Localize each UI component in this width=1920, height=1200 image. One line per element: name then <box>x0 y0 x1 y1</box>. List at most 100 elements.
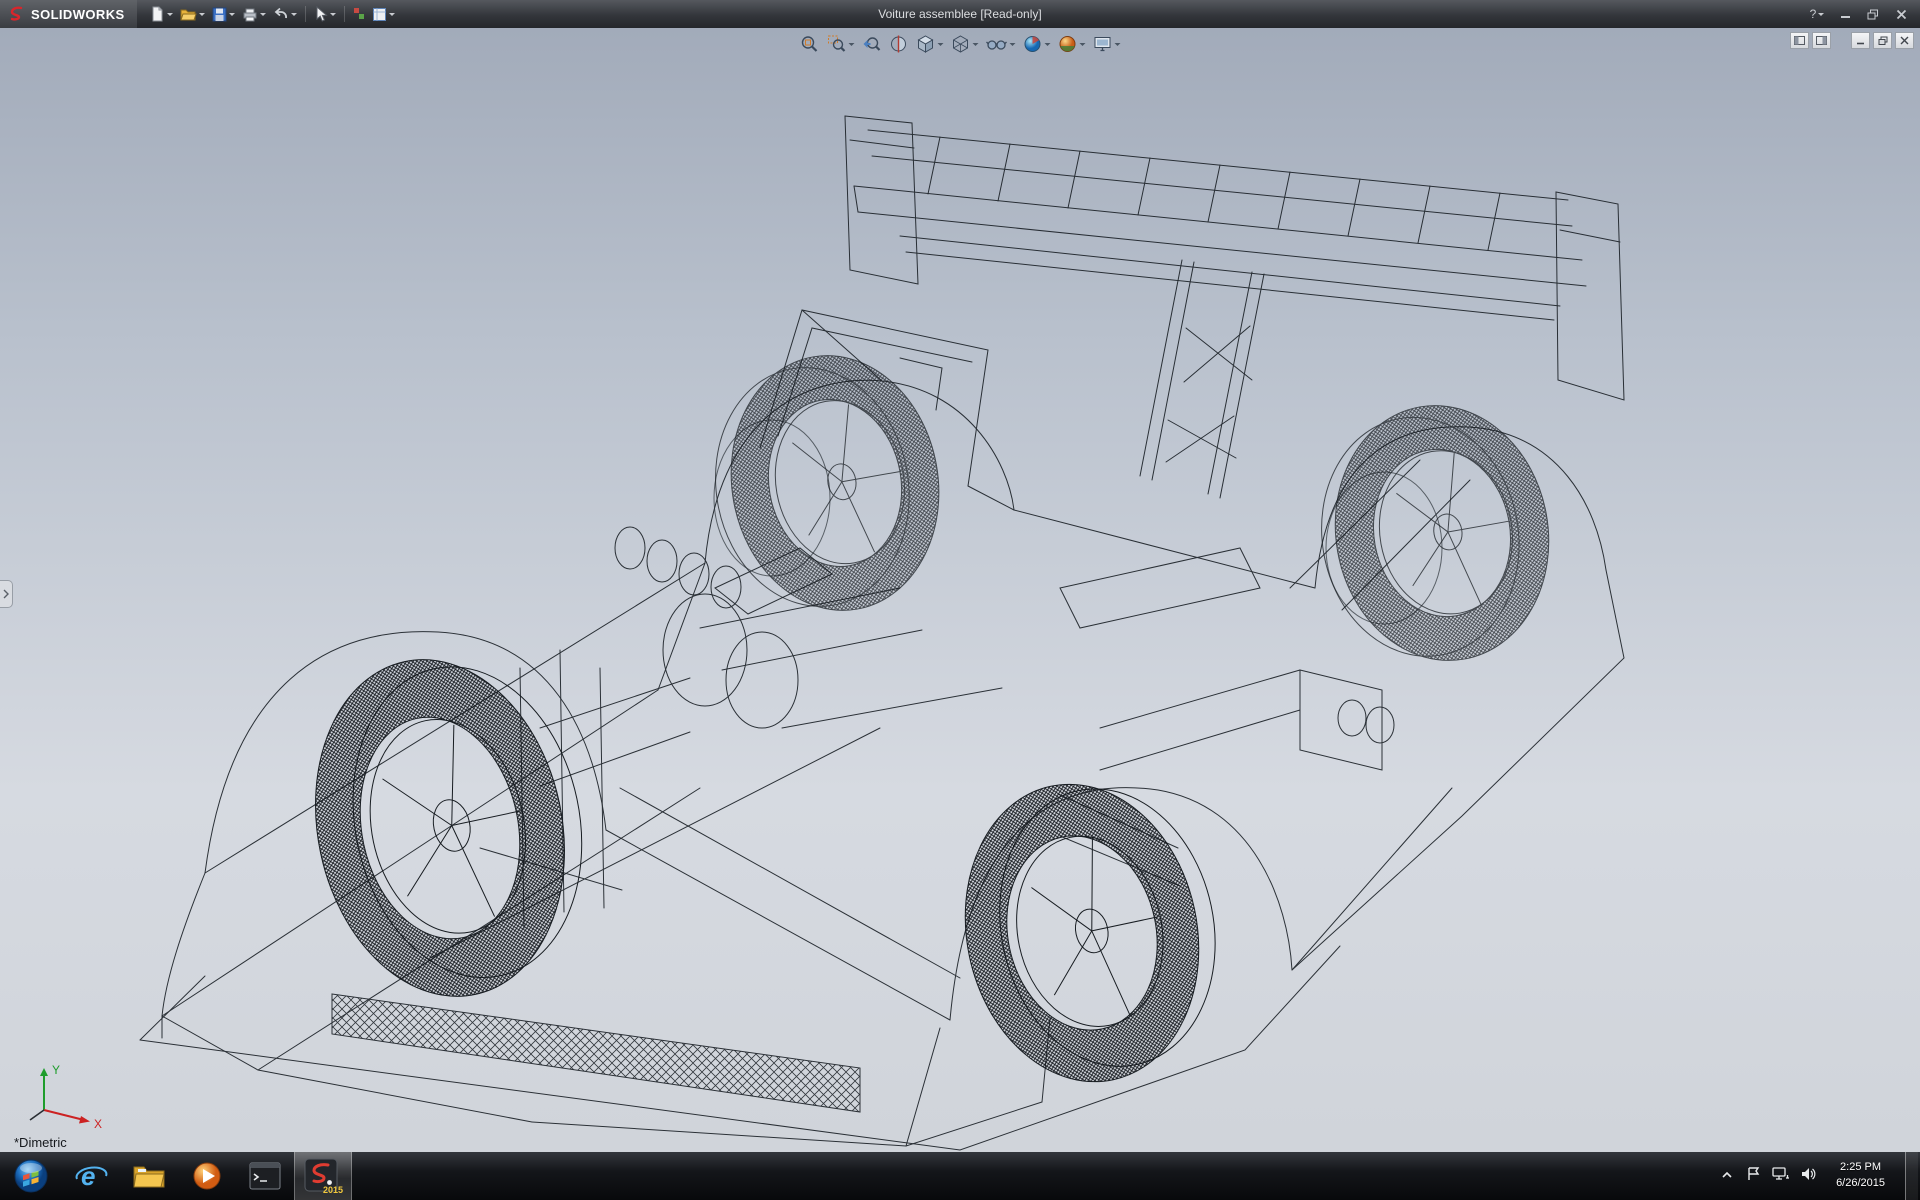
dropdown-caret <box>937 42 944 46</box>
action-center-icon <box>1748 1166 1760 1180</box>
taskbar-clock[interactable]: 2:25 PM 6/26/2015 <box>1826 1160 1895 1192</box>
taskbar-command-prompt[interactable] <box>236 1152 294 1200</box>
display-style-button[interactable] <box>949 33 981 55</box>
network-icon <box>1772 1166 1790 1180</box>
hide-show-items-button[interactable] <box>984 33 1018 55</box>
help-icon: ? <box>1809 7 1817 21</box>
undo-icon <box>274 7 287 19</box>
start-button[interactable] <box>0 1152 62 1200</box>
wheel-front-right <box>715 355 940 611</box>
dropdown-caret <box>1009 42 1016 46</box>
app-name: SOLIDWORKS <box>31 6 125 22</box>
wheel-rear-left <box>964 783 1216 1083</box>
taskbar-internet-explorer[interactable]: e <box>62 1152 120 1200</box>
dropdown-caret <box>388 12 395 16</box>
taskbar-windows-explorer[interactable] <box>120 1152 178 1200</box>
feature-pane-right-button[interactable] <box>1812 32 1831 49</box>
graphics-viewport[interactable]: Y X *Dimetric <box>0 28 1920 1152</box>
view-orientation-icon <box>917 35 934 53</box>
dropdown-caret <box>972 42 979 46</box>
zoom-to-fit-button[interactable] <box>798 33 822 55</box>
undo-button[interactable] <box>270 3 300 25</box>
reference-triad: Y X <box>29 1063 102 1131</box>
open-button[interactable] <box>177 3 208 25</box>
sheet-format-button[interactable] <box>369 3 398 25</box>
dropdown-caret <box>290 12 297 16</box>
wheel-rear-right <box>1321 405 1550 661</box>
dropdown-caret <box>1044 42 1051 46</box>
triad-y-label: Y <box>52 1063 60 1077</box>
sheet-format-icon <box>372 7 386 21</box>
view-orientation-label: *Dimetric <box>14 1135 67 1150</box>
save-button[interactable] <box>209 3 238 25</box>
previous-view-button[interactable] <box>860 33 884 55</box>
system-tray: 2:25 PM 6/26/2015 <box>1718 1152 1920 1200</box>
save-icon <box>212 7 227 21</box>
feature-pane-left-button[interactable] <box>1790 32 1809 49</box>
dropdown-caret <box>1114 42 1121 46</box>
restore-icon <box>1867 9 1878 19</box>
zoom-to-area-button[interactable] <box>825 33 857 55</box>
minimize-document-icon <box>1857 42 1864 44</box>
dropdown-caret <box>848 42 855 46</box>
clock-time: 2:25 PM <box>1840 1161 1882 1174</box>
new-document-icon <box>152 6 163 22</box>
macro-icon <box>353 8 364 19</box>
view-orientation-button[interactable] <box>914 33 946 55</box>
tray-action-center[interactable] <box>1746 1166 1762 1187</box>
wheel-front-left <box>315 659 583 997</box>
view-settings-icon <box>1094 37 1111 52</box>
display-style-icon <box>953 35 968 53</box>
screen: SOLIDWORKS Voiture assemblee [Read-only]… <box>0 0 1920 1200</box>
doc-controls-gap <box>1834 32 1848 49</box>
select-arrow-icon <box>316 6 328 22</box>
dropdown-caret <box>166 12 173 16</box>
dropdown-caret <box>1818 12 1825 16</box>
select-button[interactable] <box>311 3 339 25</box>
wireframe-car-model <box>139 115 1625 1151</box>
show-hidden-icons-button[interactable] <box>1718 1171 1736 1182</box>
help-button[interactable]: ? <box>1806 4 1828 24</box>
minimize-document-button[interactable] <box>1851 32 1870 49</box>
view-settings-button[interactable] <box>1091 33 1123 55</box>
open-icon <box>179 9 197 20</box>
zoom-to-fit-icon <box>801 36 818 52</box>
chevron-right-icon <box>3 589 9 599</box>
dropdown-caret <box>228 12 235 16</box>
apply-scene-button[interactable] <box>1056 33 1088 55</box>
restore-document-button[interactable] <box>1873 32 1892 49</box>
dropdown-caret <box>1079 42 1086 46</box>
document-window-controls <box>1790 32 1914 49</box>
main-toolbar <box>137 3 398 25</box>
taskbar-media-player[interactable] <box>178 1152 236 1200</box>
print-button[interactable] <box>239 3 269 25</box>
tray-volume[interactable] <box>1800 1166 1816 1187</box>
dropdown-caret <box>329 12 336 16</box>
document-title: Voiture assemblee [Read-only] <box>878 7 1042 21</box>
restore-document-icon <box>1878 36 1887 45</box>
show-desktop-button[interactable] <box>1905 1152 1918 1200</box>
edit-appearance-button[interactable] <box>1021 33 1053 55</box>
new-document-button[interactable] <box>147 3 176 25</box>
section-view-icon <box>891 35 906 53</box>
minimize-button[interactable] <box>1834 4 1856 24</box>
close-document-button[interactable] <box>1895 32 1914 49</box>
tray-network[interactable] <box>1772 1166 1790 1187</box>
solidworks-logo-icon <box>10 6 23 21</box>
feature-pane-right-icon <box>1816 36 1827 45</box>
volume-icon <box>1802 1167 1816 1180</box>
clock-date: 6/26/2015 <box>1836 1177 1885 1189</box>
hide-show-items-icon <box>986 40 1007 50</box>
taskbar-solidworks[interactable]: 2015 <box>294 1152 352 1200</box>
feature-pane-toggle[interactable] <box>0 580 13 608</box>
close-icon <box>1896 9 1906 19</box>
macro-button[interactable] <box>350 3 368 25</box>
section-view-button[interactable] <box>887 33 911 55</box>
restore-button[interactable] <box>1862 4 1884 24</box>
edit-appearance-icon <box>1024 36 1041 52</box>
close-button[interactable] <box>1890 4 1912 24</box>
toolbar-separator <box>304 6 306 22</box>
dropdown-caret <box>198 12 205 16</box>
solidworks-app-icon: 2015 <box>304 1158 343 1195</box>
command-prompt-icon <box>249 1162 281 1190</box>
